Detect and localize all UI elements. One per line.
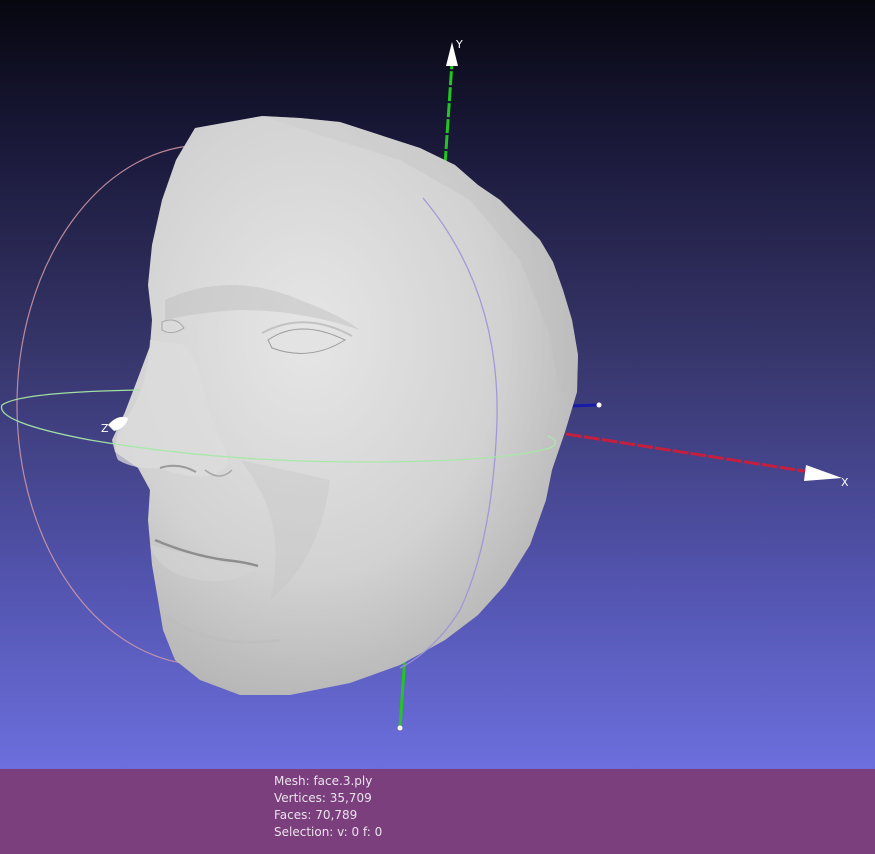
3d-viewport[interactable]: Y X Z <box>0 0 875 769</box>
y-axis-label: Y <box>455 38 463 51</box>
x-axis-arrow <box>804 465 842 481</box>
x-axis-label: X <box>841 476 849 489</box>
z-axis-label: Z <box>101 422 109 435</box>
face-count: Faces: 70,789 <box>274 808 358 822</box>
vertex-count: Vertices: 35,709 <box>274 791 372 805</box>
info-panel: Mesh: face.3.ply Vertices: 35,709 Faces:… <box>0 769 875 854</box>
x-axis <box>565 432 811 474</box>
y-axis <box>443 61 454 166</box>
scene-canvas: Y X Z <box>0 38 849 731</box>
mesh-info: Mesh: face.3.ply Vertices: 35,709 Faces:… <box>274 773 382 841</box>
face-mesh[interactable] <box>112 116 578 695</box>
mesh-name: Mesh: face.3.ply <box>274 774 373 788</box>
selection-info: Selection: v: 0 f: 0 <box>274 825 383 839</box>
z-axis <box>569 403 599 408</box>
